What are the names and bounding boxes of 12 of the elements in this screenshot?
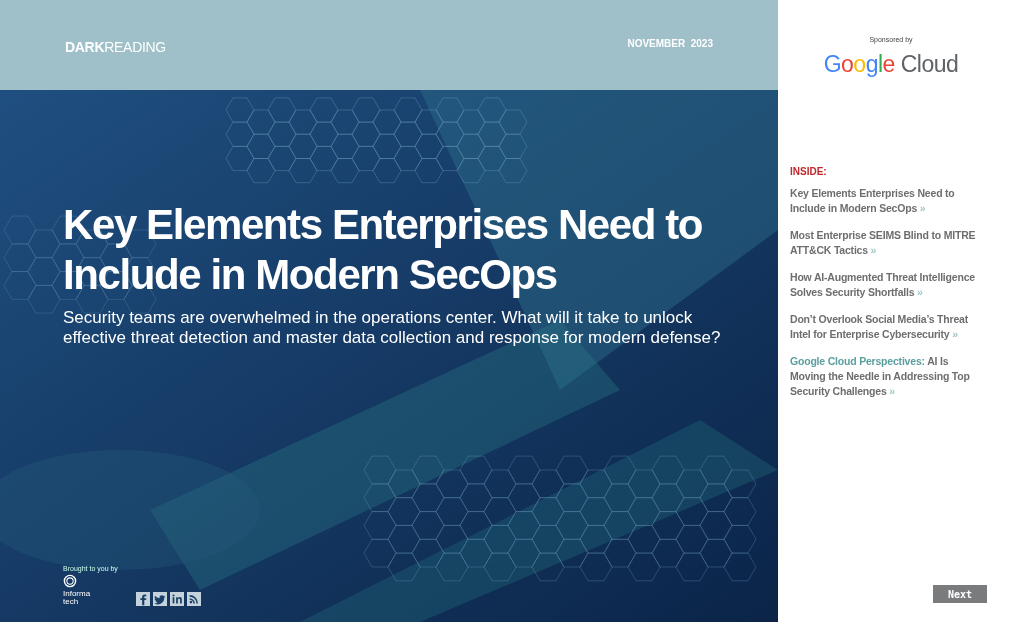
site-logo: DARKREADING <box>65 39 166 55</box>
cover-subtitle: Security teams are overwhelmed in the operations center. What will it take to unlock effective threat detection and master data collection and response for modern defense? <box>63 308 722 348</box>
article-link[interactable]: Don’t Overlook Social Media’s Threat Intel for Enterprise Cybersecurity » <box>790 312 986 342</box>
next-button[interactable]: Next <box>933 585 987 603</box>
section-heading: INSIDE: <box>790 166 827 177</box>
article-link[interactable]: Google Cloud Perspectives: AI Is Moving the Needle in Addressing Top Security Challenges » <box>790 354 986 399</box>
article-link[interactable]: Key Elements Enterprises Need to Include in Modern SecOps » <box>790 186 986 216</box>
article-link[interactable]: How AI-Augmented Threat Intelligence Solves Security Shortfalls » <box>790 270 986 300</box>
issue-date: NOVEMBER 2023 <box>627 37 713 49</box>
cover-title: Key Elements Enterprises Need to Include in Modern SecOps <box>63 200 704 300</box>
article-link[interactable]: Most Enterprise SEIMS Blind to MITRE ATT&CK Tactics » <box>790 228 986 258</box>
sponsor-logo: Google Cloud <box>823 51 959 78</box>
